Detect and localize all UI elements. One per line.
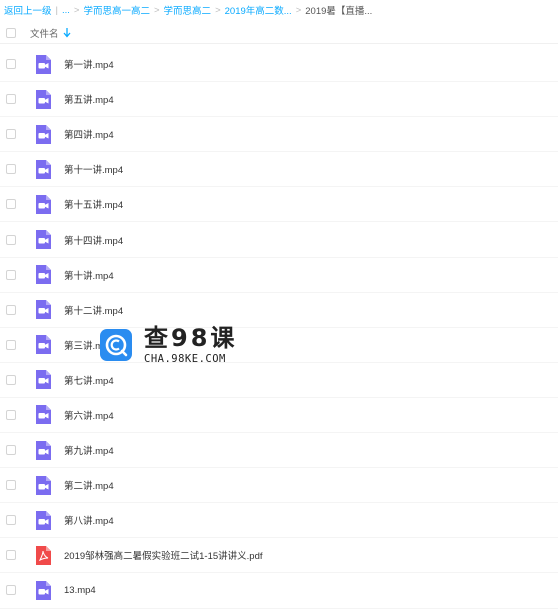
file-row[interactable]: 第十讲.mp4 bbox=[0, 258, 558, 293]
file-name[interactable]: 第十二讲.mp4 bbox=[64, 303, 123, 317]
file-name[interactable]: 第九讲.mp4 bbox=[64, 443, 114, 457]
breadcrumb-item[interactable]: 2019年高二数... bbox=[225, 3, 292, 17]
file-checkbox[interactable] bbox=[6, 164, 16, 175]
file-checkbox[interactable] bbox=[6, 94, 16, 105]
file-name[interactable]: 第十五讲.mp4 bbox=[64, 197, 123, 211]
file-row[interactable]: 第四讲.mp4 bbox=[0, 117, 558, 153]
video-file-icon bbox=[36, 405, 51, 425]
file-row[interactable]: 第二讲.mp4 bbox=[0, 468, 558, 504]
file-row[interactable]: 第五讲.mp4 bbox=[0, 82, 558, 118]
file-name[interactable]: 第七讲.mp4 bbox=[64, 373, 114, 387]
file-row[interactable]: 第十四讲.mp4 bbox=[0, 222, 558, 258]
breadcrumb-separator: > bbox=[215, 4, 221, 16]
arrow-down-icon[interactable] bbox=[63, 27, 71, 38]
file-row[interactable]: 2019邹林强高二暑假实验班二试1-15讲讲义.pdf bbox=[0, 538, 558, 574]
file-checkbox[interactable] bbox=[6, 515, 16, 526]
video-file-icon bbox=[36, 440, 51, 460]
video-file-icon bbox=[36, 265, 51, 285]
file-checkbox[interactable] bbox=[6, 550, 16, 561]
file-row[interactable]: 第六讲.mp4 bbox=[0, 398, 558, 434]
file-row[interactable]: 第十一讲.mp4 bbox=[0, 152, 558, 188]
file-row[interactable]: 第八讲.mp4 bbox=[0, 503, 558, 539]
file-name[interactable]: 第八讲.mp4 bbox=[64, 513, 114, 527]
video-file-icon bbox=[36, 300, 51, 320]
file-checkbox[interactable] bbox=[6, 304, 16, 315]
breadcrumb-separator: > bbox=[153, 4, 160, 16]
file-name[interactable]: 第三讲.mp4 bbox=[64, 338, 114, 352]
breadcrumb-ellipsis[interactable]: ... bbox=[62, 5, 70, 16]
video-file-icon bbox=[36, 159, 51, 179]
file-checkbox[interactable] bbox=[6, 269, 16, 280]
file-checkbox[interactable] bbox=[6, 409, 16, 420]
breadcrumb-current: 2019暑【直播... bbox=[305, 6, 373, 17]
video-file-icon bbox=[36, 370, 51, 390]
file-checkbox[interactable] bbox=[6, 480, 16, 491]
list-header: 文件名 bbox=[0, 22, 558, 44]
file-name[interactable]: 第一讲.mp4 bbox=[64, 57, 114, 71]
video-file-icon bbox=[36, 230, 51, 250]
column-header-name[interactable]: 文件名 bbox=[30, 26, 71, 40]
column-header-label: 文件名 bbox=[30, 28, 59, 40]
file-name[interactable]: 第二讲.mp4 bbox=[64, 478, 114, 492]
video-file-icon bbox=[36, 510, 51, 530]
select-all-checkbox[interactable] bbox=[6, 27, 16, 38]
file-row[interactable]: 第七讲.mp4 bbox=[0, 363, 558, 398]
file-checkbox[interactable] bbox=[6, 374, 16, 385]
file-row[interactable]: 第三讲.mp4 bbox=[0, 328, 558, 363]
file-row[interactable]: 13.mp4 bbox=[0, 573, 558, 609]
file-name[interactable]: 13.mp4 bbox=[64, 585, 96, 596]
video-file-icon bbox=[36, 124, 51, 144]
file-checkbox[interactable] bbox=[6, 585, 16, 596]
file-name[interactable]: 2019邹林强高二暑假实验班二试1-15讲讲义.pdf bbox=[64, 548, 263, 562]
video-file-icon bbox=[36, 580, 51, 600]
file-name[interactable]: 第四讲.mp4 bbox=[64, 127, 114, 141]
breadcrumb-separator: | bbox=[55, 4, 58, 16]
file-row[interactable]: 第九讲.mp4 bbox=[0, 433, 558, 469]
file-checkbox[interactable] bbox=[6, 199, 16, 210]
file-checkbox[interactable] bbox=[6, 234, 16, 245]
file-name[interactable]: 第五讲.mp4 bbox=[64, 92, 114, 106]
file-checkbox[interactable] bbox=[6, 445, 16, 456]
video-file-icon bbox=[36, 335, 51, 355]
file-checkbox[interactable] bbox=[6, 339, 16, 350]
file-name[interactable]: 第十四讲.mp4 bbox=[64, 233, 123, 247]
back-link[interactable]: 返回上一级 bbox=[4, 3, 52, 17]
pdf-file-icon bbox=[36, 545, 51, 565]
file-name[interactable]: 第六讲.mp4 bbox=[64, 408, 114, 422]
file-checkbox[interactable] bbox=[6, 129, 16, 140]
breadcrumb-separator: > bbox=[73, 4, 80, 16]
video-file-icon bbox=[36, 475, 51, 495]
breadcrumb-item[interactable]: 学而思高二 bbox=[164, 3, 212, 17]
video-file-icon bbox=[36, 54, 51, 74]
breadcrumb-item[interactable]: 学而思高一高二 bbox=[83, 3, 150, 17]
file-list: 第一讲.mp4 第五讲.mp4 第四讲.mp4 第十一讲.mp4 第十五讲.mp4 第十四… bbox=[0, 47, 558, 609]
file-name[interactable]: 第十一讲.mp4 bbox=[64, 162, 123, 176]
file-row[interactable]: 第十二讲.mp4 bbox=[0, 293, 558, 328]
video-file-icon bbox=[36, 194, 51, 214]
file-name[interactable]: 第十讲.mp4 bbox=[64, 268, 114, 282]
video-file-icon bbox=[36, 89, 51, 109]
breadcrumb-separator: > bbox=[295, 4, 302, 16]
file-checkbox[interactable] bbox=[6, 59, 16, 70]
file-row[interactable]: 第十五讲.mp4 bbox=[0, 187, 558, 223]
breadcrumb: 返回上一级 | ... > 学而思高一高二 > 学而思高二 > 2019年高二数… bbox=[0, 0, 558, 20]
file-row[interactable]: 第一讲.mp4 bbox=[0, 47, 558, 83]
